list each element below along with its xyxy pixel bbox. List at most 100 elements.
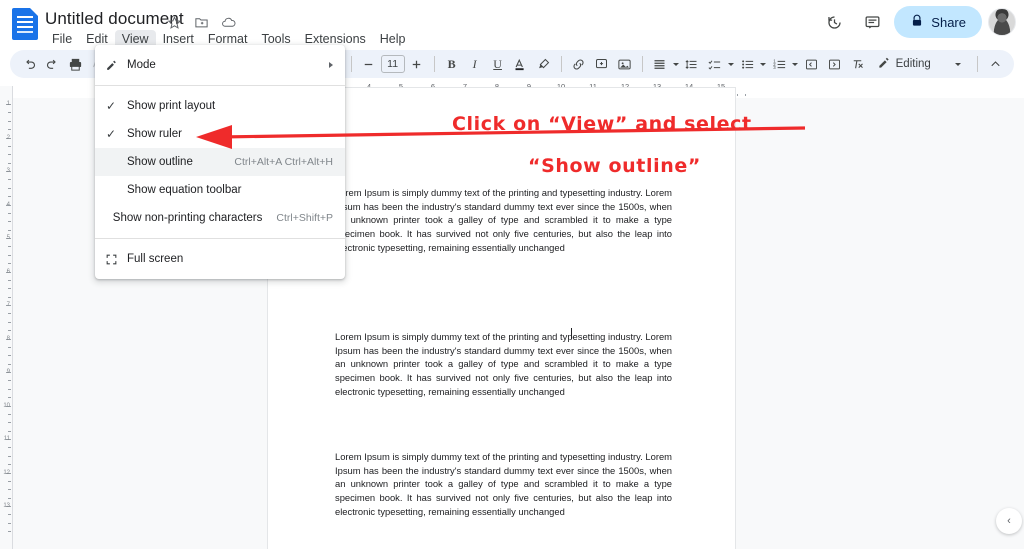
- ruler-minor-tick: [8, 389, 11, 390]
- ruler-minor-tick: [8, 121, 11, 122]
- align-icon[interactable]: [648, 53, 670, 75]
- ruler-minor-tick: [8, 397, 11, 398]
- ruler-minor-tick: [737, 94, 738, 97]
- highlight-color-icon[interactable]: [533, 53, 555, 75]
- ruler-number: 10: [3, 403, 10, 409]
- menu-separator: [95, 238, 345, 239]
- checkmark-icon: ✓: [95, 99, 127, 113]
- ruler-minor-tick: [8, 313, 11, 314]
- saved-to-drive-icon[interactable]: [219, 13, 237, 31]
- annotation-arrow: [190, 122, 810, 152]
- checkmark-icon: ✓: [95, 127, 127, 141]
- move-to-folder-icon[interactable]: [192, 13, 210, 31]
- menu-item-mode[interactable]: Mode: [95, 51, 345, 79]
- ruler-minor-tick: [8, 498, 11, 499]
- bulleted-list-icon[interactable]: [736, 53, 758, 75]
- ruler-minor-tick: [8, 431, 11, 432]
- numbered-list-chevron-down-icon[interactable]: [791, 63, 799, 66]
- ruler-number: 9: [7, 369, 10, 375]
- decrease-font-size-button[interactable]: [358, 53, 380, 75]
- pencil-icon: [877, 56, 891, 73]
- ruler-minor-tick: [8, 154, 11, 155]
- menu-item-show-non-printing-characters[interactable]: Show non-printing charactersCtrl+Shift+P: [95, 204, 345, 232]
- pencil-icon: [95, 59, 127, 72]
- comment-history-icon[interactable]: [856, 6, 888, 38]
- vertical-ruler[interactable]: 12345678910111213: [0, 86, 13, 549]
- paragraph[interactable]: Lorem Ipsum is simply dummy text of the …: [335, 330, 672, 399]
- decrease-indent-icon[interactable]: [801, 53, 823, 75]
- bulleted-list-chevron-down-icon[interactable]: [759, 63, 767, 66]
- menu-item-show-equation-toolbar[interactable]: Show equation toolbar: [95, 176, 345, 204]
- paragraph[interactable]: Lorem Ipsum is simply dummy text of the …: [335, 450, 672, 519]
- text-color-icon[interactable]: [510, 53, 532, 75]
- increase-indent-icon[interactable]: [824, 53, 846, 75]
- ruler-minor-tick: [745, 94, 746, 97]
- menu-item-show-print-layout[interactable]: ✓Show print layout: [95, 92, 345, 120]
- toolbar-divider: [434, 56, 435, 72]
- ruler-minor-tick: [8, 364, 11, 365]
- star-icon[interactable]: [165, 13, 183, 31]
- line-spacing-icon[interactable]: [681, 53, 703, 75]
- ruler-number: 12: [3, 470, 10, 476]
- menu-item-show-outline[interactable]: Show outlineCtrl+Alt+A Ctrl+Alt+H: [95, 148, 345, 176]
- ruler-minor-tick: [8, 246, 11, 247]
- insert-image-icon[interactable]: [614, 53, 636, 75]
- version-history-icon[interactable]: [818, 6, 850, 38]
- menu-file[interactable]: File: [45, 30, 79, 49]
- clear-formatting-icon[interactable]: [847, 53, 869, 75]
- google-docs-window: Untitled document File Edit View Insert …: [0, 0, 1024, 549]
- ruler-minor-tick: [8, 380, 11, 381]
- ruler-minor-tick: [8, 523, 11, 524]
- annotation-line-2: “Show outline”: [528, 155, 701, 177]
- avatar[interactable]: [988, 8, 1016, 36]
- menu-item-full-screen[interactable]: Full screen: [95, 245, 345, 273]
- lock-icon: [910, 14, 924, 31]
- ruler-minor-tick: [8, 263, 11, 264]
- numbered-list-icon[interactable]: 123: [768, 53, 790, 75]
- bold-icon[interactable]: B: [441, 53, 463, 75]
- docs-logo-icon: [12, 8, 38, 40]
- ruler-minor-tick: [8, 456, 11, 457]
- ruler-number: 8: [7, 336, 10, 342]
- ruler-minor-tick: [8, 280, 11, 281]
- redo-icon[interactable]: [41, 53, 63, 75]
- ruler-minor-tick: [8, 129, 11, 130]
- menu-item-label: Full screen: [127, 253, 333, 265]
- ruler-minor-tick: [8, 489, 11, 490]
- paragraph[interactable]: Lorem Ipsum is simply dummy text of the …: [335, 186, 672, 255]
- print-icon[interactable]: [64, 53, 86, 75]
- ruler-number: 6: [7, 269, 10, 275]
- font-size-input[interactable]: 11: [381, 55, 405, 73]
- undo-icon[interactable]: [18, 53, 40, 75]
- share-button[interactable]: Share: [894, 6, 982, 38]
- hide-menus-chevron-up-icon[interactable]: [984, 53, 1006, 75]
- mode-chevron-down-icon[interactable]: [954, 63, 962, 66]
- ruler-minor-tick: [8, 447, 11, 448]
- ruler-minor-tick: [8, 146, 11, 147]
- checklist-icon[interactable]: [704, 53, 726, 75]
- editing-mode-button[interactable]: Editing: [871, 53, 937, 75]
- align-chevron-down-icon[interactable]: [671, 63, 679, 66]
- ruler-number: 5: [7, 235, 10, 241]
- insert-link-icon[interactable]: [568, 53, 590, 75]
- checklist-chevron-down-icon[interactable]: [727, 63, 735, 66]
- ruler-minor-tick: [8, 422, 11, 423]
- menu-help[interactable]: Help: [373, 30, 413, 49]
- editing-mode-label: Editing: [896, 58, 931, 70]
- add-comment-icon[interactable]: [591, 53, 613, 75]
- italic-icon[interactable]: I: [464, 53, 486, 75]
- share-button-label: Share: [931, 15, 966, 30]
- increase-font-size-button[interactable]: [406, 53, 428, 75]
- ruler-minor-tick: [8, 330, 11, 331]
- ruler-minor-tick: [8, 347, 11, 348]
- ruler-minor-tick: [8, 163, 11, 164]
- collapse-panel-chevron-left-icon[interactable]: ‹: [996, 508, 1022, 534]
- document-title[interactable]: Untitled document: [45, 9, 184, 29]
- toolbar-divider: [977, 56, 978, 72]
- menu-item-shortcut: Ctrl+Shift+P: [276, 212, 333, 224]
- ruler-minor-tick: [8, 188, 11, 189]
- underline-icon[interactable]: U: [487, 53, 509, 75]
- ruler-minor-tick: [8, 322, 11, 323]
- ruler-number: 7: [7, 302, 10, 308]
- ruler-minor-tick: [8, 196, 11, 197]
